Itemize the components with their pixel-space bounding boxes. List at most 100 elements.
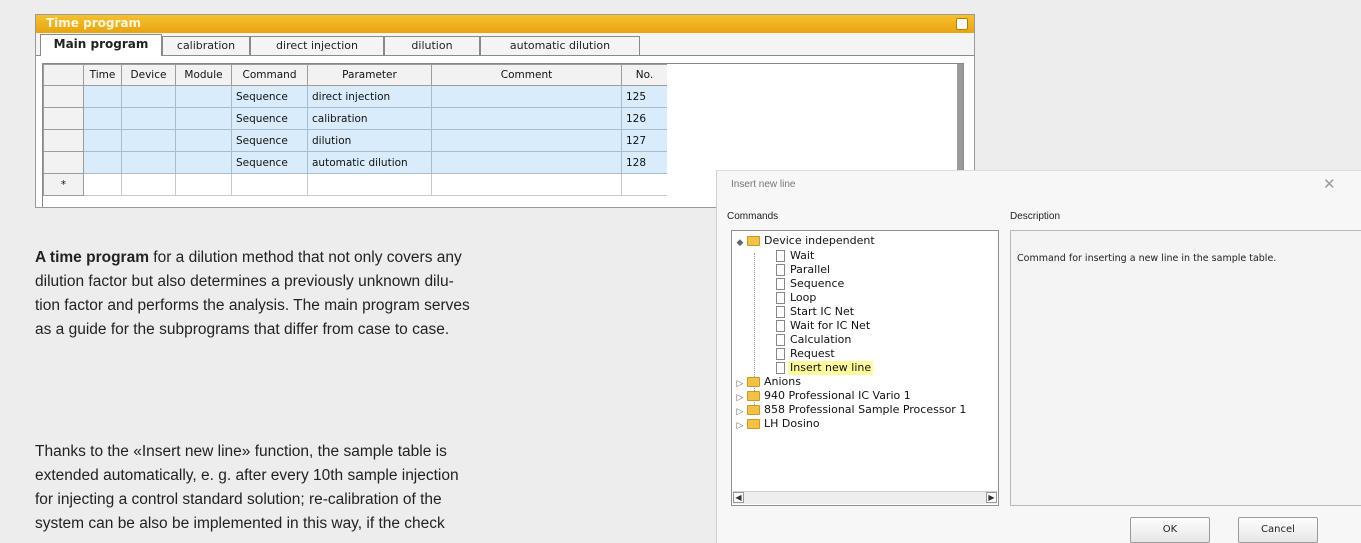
col-header-no[interactable]: No. [621, 64, 668, 86]
cell-no[interactable]: 127 [621, 129, 668, 152]
tab-direct-injection[interactable]: direct injection [250, 36, 384, 55]
cell-comment[interactable] [431, 129, 622, 152]
folder-icon [747, 377, 760, 387]
tree-node-ic-vario[interactable]: 940 Professional IC Vario 1 [764, 389, 911, 403]
table-row[interactable]: Sequence automatic dilution 128 [43, 151, 668, 174]
cell-parameter[interactable]: automatic dilution [307, 151, 432, 174]
paragraph-line: as a guide for the subprograms that diff… [35, 321, 450, 338]
window-close-icon[interactable] [956, 18, 968, 30]
cell-no[interactable]: 125 [621, 85, 668, 108]
tree-item-wait-for-ic-net[interactable]: Wait for IC Net [790, 319, 870, 333]
cell-no[interactable] [621, 173, 668, 196]
row-header[interactable] [43, 129, 84, 152]
tree-node-sample-processor[interactable]: 858 Professional Sample Processor 1 [764, 403, 966, 417]
tree-node-lh-dosino[interactable]: LH Dosino [764, 417, 820, 431]
tree-item-insert-new-line[interactable]: Insert new line [788, 361, 874, 375]
tab-dilution[interactable]: dilution [384, 36, 480, 55]
tab-bar: Main program calibration direct injectio… [36, 33, 974, 56]
insert-new-line-dialog: Insert new line ✕ Commands Description ◆… [716, 170, 1361, 543]
cell-time[interactable] [83, 129, 122, 152]
document-icon [776, 292, 785, 304]
cell-device[interactable] [121, 129, 176, 152]
cell-comment[interactable] [431, 85, 622, 108]
cell-module[interactable] [175, 107, 232, 130]
paragraph-line: tion factor and performs the analysis. T… [35, 297, 470, 314]
cell-time[interactable] [83, 151, 122, 174]
commands-tree[interactable]: ◆ Device independent Wait Parallel Seque… [731, 230, 999, 506]
expand-icon[interactable]: ▷ [736, 393, 744, 402]
tree-item-sequence[interactable]: Sequence [790, 277, 844, 291]
cell-command[interactable]: Sequence [231, 107, 308, 130]
expand-icon[interactable]: ▷ [736, 407, 744, 416]
cell-device[interactable] [121, 85, 176, 108]
cell-no[interactable]: 126 [621, 107, 668, 130]
expand-icon[interactable]: ▷ [736, 421, 744, 430]
col-header-module[interactable]: Module [175, 64, 232, 86]
window-title: Time program [46, 16, 141, 30]
table-row[interactable]: Sequence direct injection 125 [43, 85, 668, 108]
cell-parameter[interactable]: calibration [307, 107, 432, 130]
tab-main-program[interactable]: Main program [40, 34, 162, 56]
description-panel: Command for inserting a new line in the … [1010, 230, 1361, 506]
col-header-parameter[interactable]: Parameter [307, 64, 432, 86]
cell-command[interactable]: Sequence [231, 151, 308, 174]
cell-parameter[interactable] [307, 173, 432, 196]
cell-comment[interactable] [431, 173, 622, 196]
tree-item-wait[interactable]: Wait [790, 249, 814, 263]
row-header[interactable] [43, 151, 84, 174]
scroll-right-icon[interactable]: ▶ [986, 492, 997, 503]
close-icon[interactable]: ✕ [1323, 175, 1336, 193]
table-row[interactable]: Sequence calibration 126 [43, 107, 668, 130]
cell-module[interactable] [175, 173, 232, 196]
cell-device[interactable] [121, 107, 176, 130]
tree-node-device-independent[interactable]: Device independent [764, 234, 875, 248]
scroll-left-icon[interactable]: ◀ [733, 492, 744, 503]
document-icon [776, 264, 785, 276]
cell-parameter[interactable]: direct injection [307, 85, 432, 108]
cancel-button[interactable]: Cancel [1238, 517, 1318, 543]
cell-time[interactable] [83, 173, 122, 196]
col-header-comment[interactable]: Comment [431, 64, 622, 86]
row-header[interactable] [43, 85, 84, 108]
cell-command[interactable]: Sequence [231, 85, 308, 108]
tree-item-parallel[interactable]: Parallel [790, 263, 830, 277]
cell-comment[interactable] [431, 107, 622, 130]
paragraph-line: dilution factor but also determines a pr… [35, 273, 454, 290]
col-header-command[interactable]: Command [231, 64, 308, 86]
col-header-device[interactable]: Device [121, 64, 176, 86]
tree-item-start-ic-net[interactable]: Start IC Net [790, 305, 854, 319]
cell-command[interactable] [231, 173, 308, 196]
tab-calibration[interactable]: calibration [162, 36, 250, 55]
cell-device[interactable] [121, 151, 176, 174]
paragraph-insert-new-line: Thanks to the «Insert new line» function… [35, 440, 675, 536]
ok-button[interactable]: OK [1130, 517, 1210, 543]
table-row[interactable]: Sequence dilution 127 [43, 129, 668, 152]
cell-time[interactable] [83, 107, 122, 130]
cell-no[interactable]: 128 [621, 151, 668, 174]
cell-time[interactable] [83, 85, 122, 108]
folder-icon [747, 236, 760, 246]
tree-node-anions[interactable]: Anions [764, 375, 801, 389]
tree-item-request[interactable]: Request [790, 347, 835, 361]
document-icon [776, 334, 785, 346]
time-program-titlebar: Time program [36, 15, 974, 33]
row-header[interactable] [43, 107, 84, 130]
tree-horizontal-scrollbar[interactable]: ◀ ▶ [733, 491, 997, 504]
expand-icon[interactable]: ▷ [736, 379, 744, 388]
cell-parameter[interactable]: dilution [307, 129, 432, 152]
new-row[interactable]: * [43, 173, 668, 196]
paragraph-lead: A time program [35, 249, 149, 266]
paragraph-line: system can be also be implemented in thi… [35, 515, 445, 532]
tab-automatic-dilution[interactable]: automatic dilution [480, 36, 640, 55]
cell-comment[interactable] [431, 151, 622, 174]
tree-item-loop[interactable]: Loop [790, 291, 816, 305]
cell-module[interactable] [175, 85, 232, 108]
cell-device[interactable] [121, 173, 176, 196]
new-row-marker[interactable]: * [43, 173, 84, 196]
cell-command[interactable]: Sequence [231, 129, 308, 152]
cell-module[interactable] [175, 129, 232, 152]
collapse-icon[interactable]: ◆ [736, 238, 744, 247]
tree-item-calculation[interactable]: Calculation [790, 333, 851, 347]
col-header-time[interactable]: Time [83, 64, 122, 86]
cell-module[interactable] [175, 151, 232, 174]
